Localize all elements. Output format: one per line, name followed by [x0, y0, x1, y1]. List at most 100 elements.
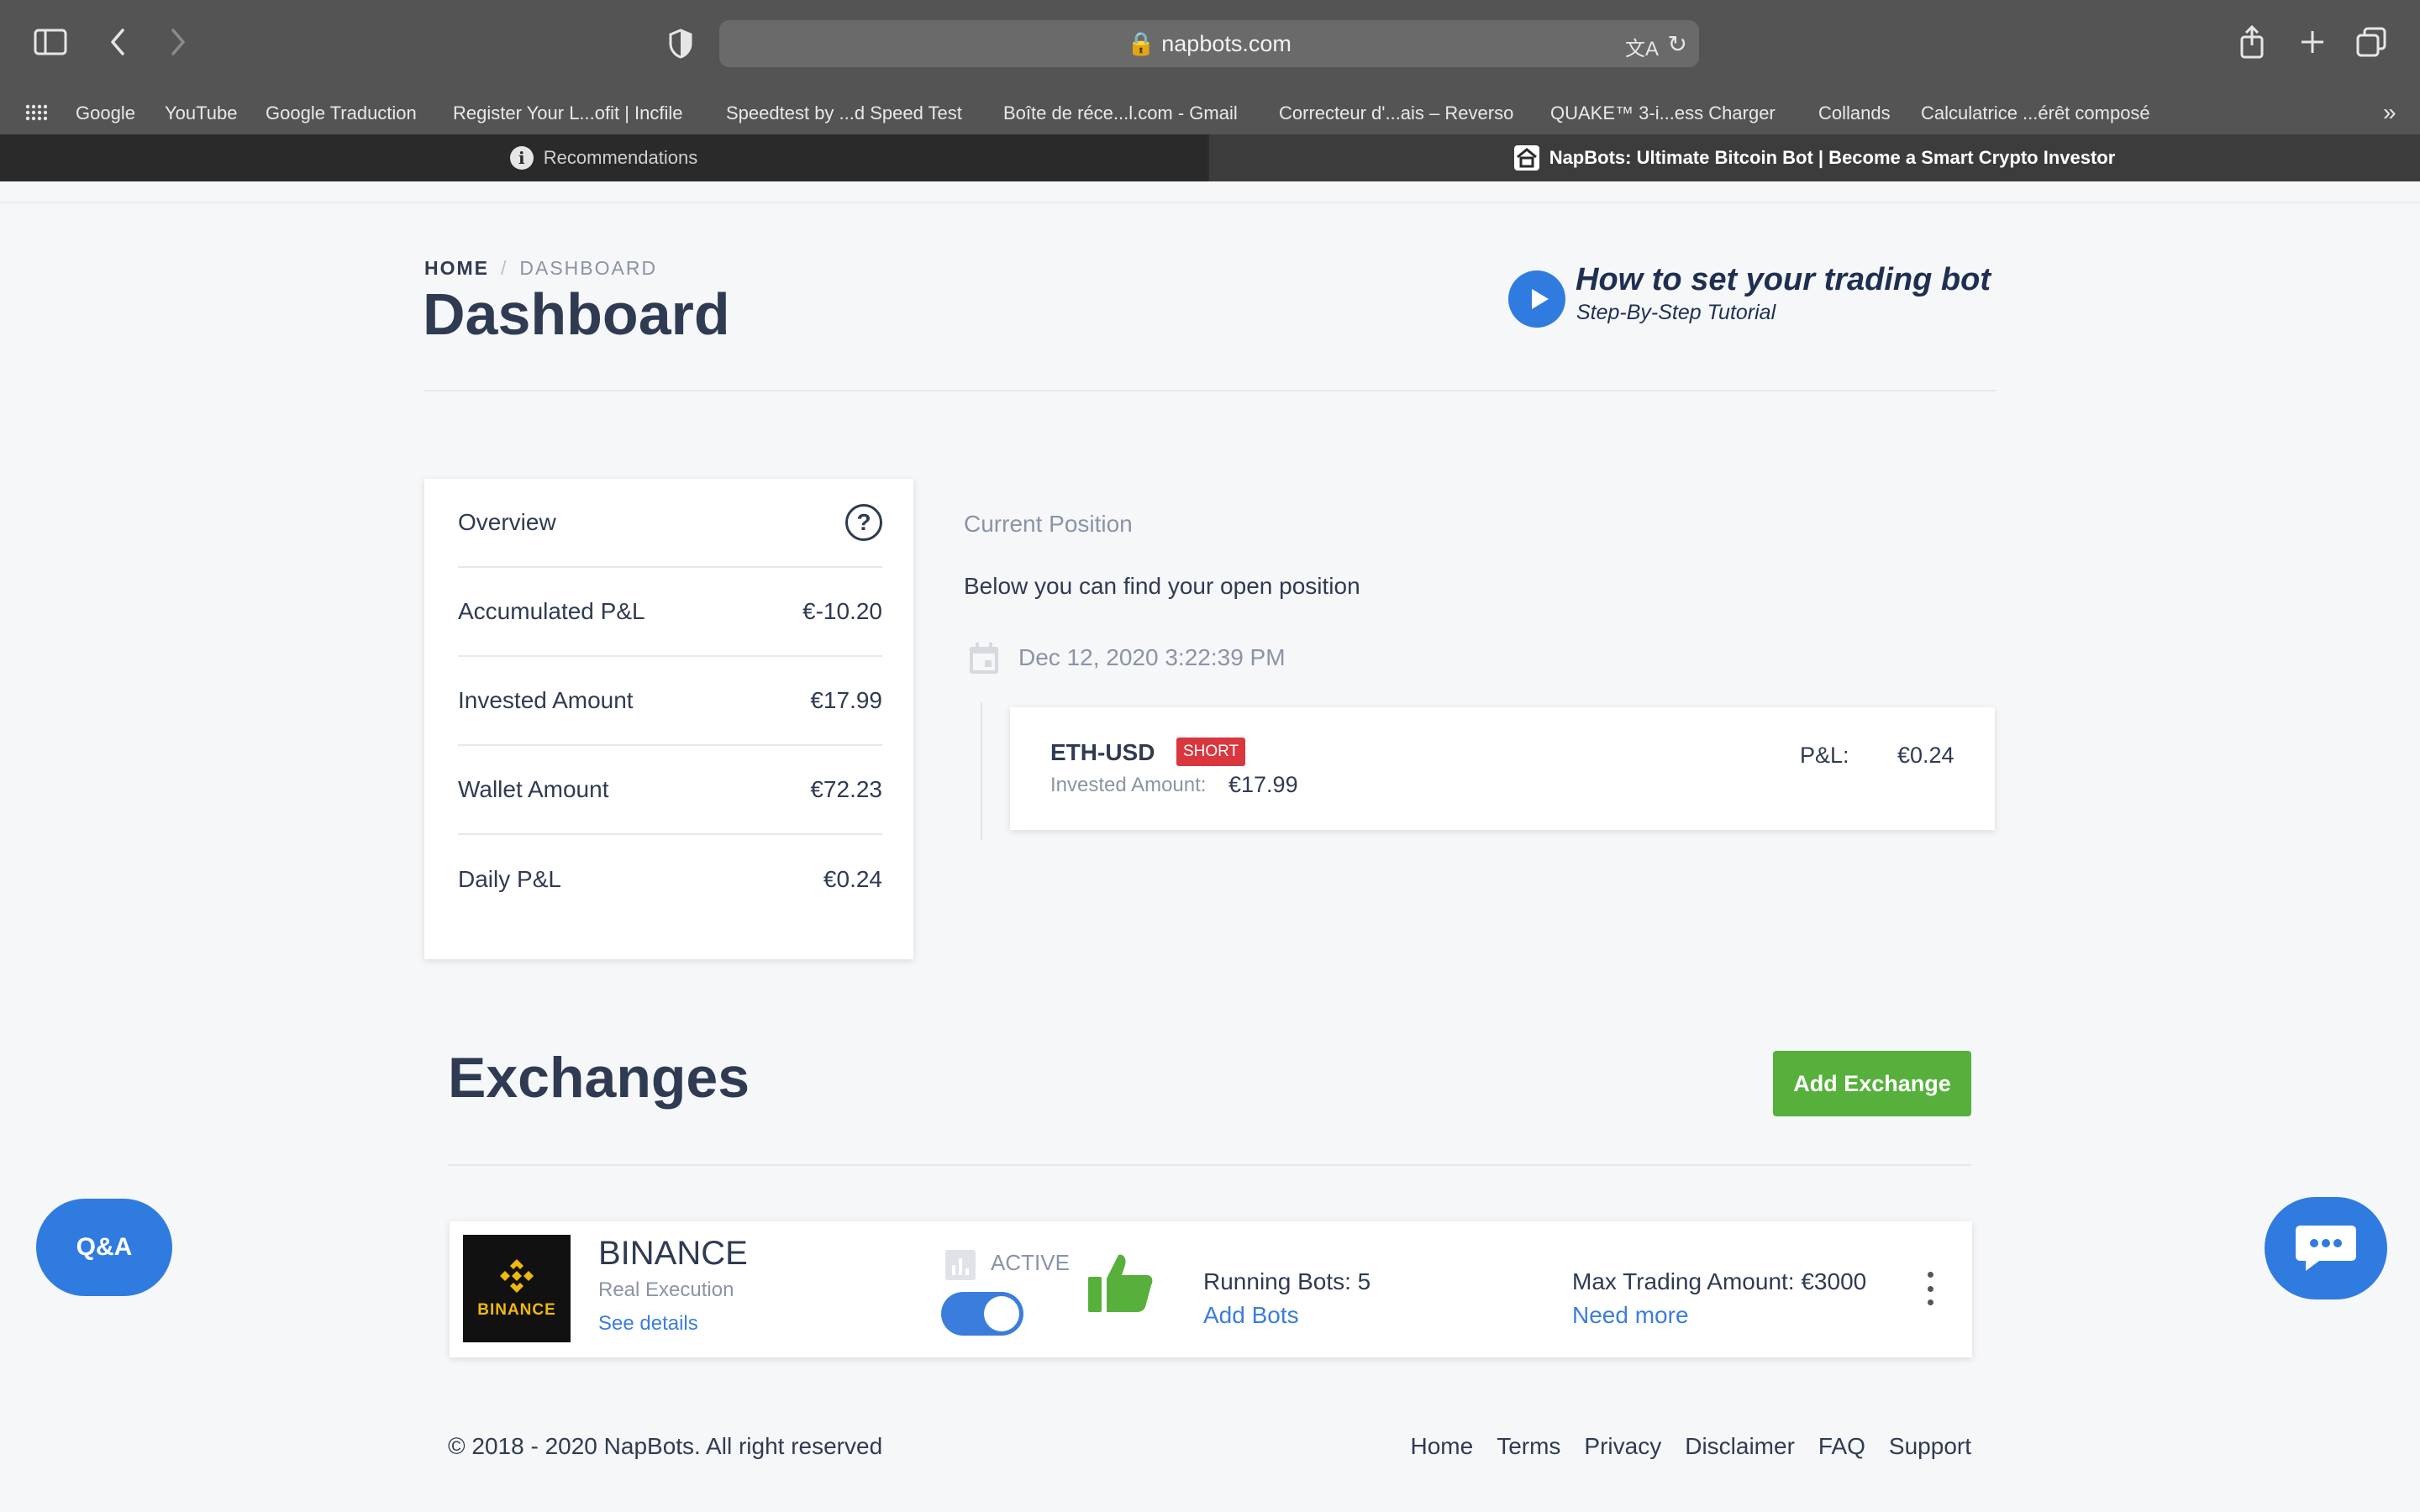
position-date: Dec 12, 2020 3:22:39 PM	[1018, 644, 1286, 670]
footer-link-terms[interactable]: Terms	[1497, 1433, 1560, 1460]
footer-link-support[interactable]: Support	[1889, 1433, 1971, 1460]
overview-row: Invested Amount €17.99	[458, 657, 882, 746]
breadcrumb-separator: /	[501, 257, 508, 279]
address-bar[interactable]: 🔒 napbots.com 文A ↻	[719, 20, 1699, 67]
running-bots: Running Bots: 5	[1203, 1268, 1371, 1294]
apps-grid-icon[interactable]	[25, 104, 48, 126]
new-tab-icon[interactable]	[2296, 25, 2329, 59]
overview-row-value: €-10.20	[802, 598, 882, 624]
overview-row-value: €72.23	[810, 776, 882, 802]
exchanges-title: Exchanges	[448, 1046, 750, 1110]
exchange-status: ACTIVE	[991, 1250, 1070, 1275]
sidebar-toggle-icon[interactable]	[32, 27, 69, 57]
add-exchange-button[interactable]: Add Exchange	[1773, 1051, 1971, 1116]
bookmark-item[interactable]: QUAKE™ 3-i...ess Charger	[1550, 102, 1776, 124]
play-tutorial-button[interactable]	[1508, 270, 1565, 328]
tab-recommendations[interactable]: i Recommendations	[0, 134, 1207, 181]
position-pl-label: P&L:	[1800, 743, 1849, 768]
footer-copyright: © 2018 - 2020 NapBots. All right reserve…	[448, 1433, 883, 1459]
binance-diamond-icon	[500, 1259, 534, 1293]
footer-link-privacy[interactable]: Privacy	[1584, 1433, 1661, 1460]
reload-icon[interactable]: ↻	[1668, 30, 1687, 58]
url-text: napbots.com	[1161, 31, 1292, 56]
position-side-badge: SHORT	[1176, 738, 1246, 766]
bookmark-item[interactable]: Boîte de réce...l.com - Gmail	[1003, 102, 1238, 124]
overview-row-label: Invested Amount	[458, 687, 634, 713]
lock-icon: 🔒	[1127, 31, 1155, 56]
overview-row-label: Accumulated P&L	[458, 598, 645, 624]
overview-card: Overview ? Accumulated P&L €-10.20 Inves…	[424, 479, 913, 959]
see-details-link[interactable]: See details	[598, 1312, 698, 1336]
chat-bubble-icon	[2296, 1226, 2356, 1271]
breadcrumb-home[interactable]: HOME	[424, 257, 489, 279]
tutorial-title[interactable]: How to set your trading bot	[1576, 262, 1991, 298]
browser-toolbar: 🔒 napbots.com 文A ↻	[0, 0, 2420, 86]
overview-row-value: €0.24	[823, 866, 882, 892]
need-more-link[interactable]: Need more	[1572, 1302, 1689, 1329]
privacy-shield-icon[interactable]	[666, 27, 696, 60]
bar-chart-icon[interactable]	[944, 1248, 977, 1282]
position-invested-label: Invested Amount:	[1050, 774, 1207, 796]
chat-button[interactable]	[2265, 1197, 2387, 1299]
bookmark-item[interactable]: Calculatrice ...érêt composé	[1921, 102, 2150, 124]
footer-link-disclaimer[interactable]: Disclaimer	[1685, 1433, 1795, 1460]
browser-chrome: 🔒 napbots.com 文A ↻ Google YouTube Google…	[0, 0, 2420, 181]
overview-row-value: €17.99	[810, 687, 882, 713]
bookmark-item[interactable]: Google Traduction	[266, 102, 417, 124]
tab-label: Recommendations	[543, 147, 698, 168]
tab-napbots[interactable]: NapBots: Ultimate Bitcoin Bot | Become a…	[1209, 134, 2420, 181]
bookmark-item[interactable]: Google	[76, 102, 135, 124]
footer-link-home[interactable]: Home	[1410, 1433, 1473, 1460]
exchange-active-toggle[interactable]	[941, 1292, 1023, 1336]
overview-row: Daily P&L €0.24	[458, 835, 882, 924]
bookmark-item[interactable]: Collands	[1818, 102, 1891, 124]
divider	[448, 1164, 1971, 1166]
tutorial-subtitle[interactable]: Step-By-Step Tutorial	[1576, 301, 1776, 325]
max-trading-amount: Max Trading Amount: €3000	[1572, 1268, 1867, 1294]
back-icon[interactable]	[104, 25, 131, 59]
forward-icon[interactable]	[165, 25, 192, 59]
bookmarks-overflow-icon[interactable]: »	[2383, 99, 2396, 126]
tab-label: NapBots: Ultimate Bitcoin Bot | Become a…	[1549, 147, 2116, 168]
bookmarks-bar: Google YouTube Google Traduction Registe…	[0, 94, 2420, 134]
add-bots-link[interactable]: Add Bots	[1203, 1302, 1299, 1329]
exchange-name: BINANCE	[598, 1235, 748, 1272]
share-icon[interactable]	[2237, 24, 2267, 60]
position-invested-value: €17.99	[1228, 772, 1298, 797]
footer-links: Home Terms Privacy Disclaimer FAQ Suppor…	[1410, 1433, 1971, 1460]
position-pl-value: €0.24	[1897, 743, 1954, 768]
binance-logo-text: BINANCE	[477, 1301, 556, 1319]
tab-bar: i Recommendations NapBots: Ultimate Bitc…	[0, 134, 2420, 181]
help-icon[interactable]: ?	[845, 504, 882, 541]
play-icon	[1532, 289, 1549, 309]
bookmark-item[interactable]: Correcteur d'...ais – Reverso	[1279, 102, 1513, 124]
tab-overview-icon[interactable]	[2354, 25, 2388, 59]
translate-icon[interactable]: 文A	[1625, 32, 1659, 61]
current-position-description: Below you can find your open position	[964, 573, 1360, 599]
breadcrumb: HOME / DASHBOARD	[424, 257, 657, 280]
timeline-line	[981, 702, 982, 840]
page-title: Dashboard	[423, 281, 730, 347]
overview-row: Accumulated P&L €-10.20	[458, 568, 882, 657]
overview-header: Overview ?	[458, 479, 882, 568]
position-symbol: ETH-USD	[1050, 739, 1155, 765]
more-options-icon[interactable]	[1922, 1272, 1939, 1305]
overview-row-label: Daily P&L	[458, 866, 561, 892]
header-divider	[0, 202, 2420, 203]
toggle-knob	[984, 1296, 1019, 1331]
bookmark-item[interactable]: Speedtest by ...d Speed Test	[726, 102, 962, 124]
qa-button[interactable]: Q&A	[36, 1199, 172, 1296]
bookmark-item[interactable]: Register Your L...ofit | Incfile	[453, 102, 683, 124]
info-icon: i	[509, 146, 534, 170]
binance-logo: BINANCE	[463, 1235, 571, 1342]
current-position-label: Current Position	[964, 511, 1133, 537]
thumbs-up-icon	[1086, 1252, 1154, 1314]
overview-row-label: Wallet Amount	[458, 776, 609, 802]
bookmark-item[interactable]: YouTube	[165, 102, 237, 124]
page-content: HOME / DASHBOARD Dashboard How to set your…	[0, 181, 2420, 1512]
overview-row: Wallet Amount €72.23	[458, 746, 882, 835]
breadcrumb-current: DASHBOARD	[519, 257, 658, 279]
footer-link-faq[interactable]: FAQ	[1818, 1433, 1865, 1460]
overview-title: Overview	[458, 509, 556, 535]
position-card: ETH-USD SHORT Invested Amount: €17.99 P&…	[1010, 707, 1995, 830]
